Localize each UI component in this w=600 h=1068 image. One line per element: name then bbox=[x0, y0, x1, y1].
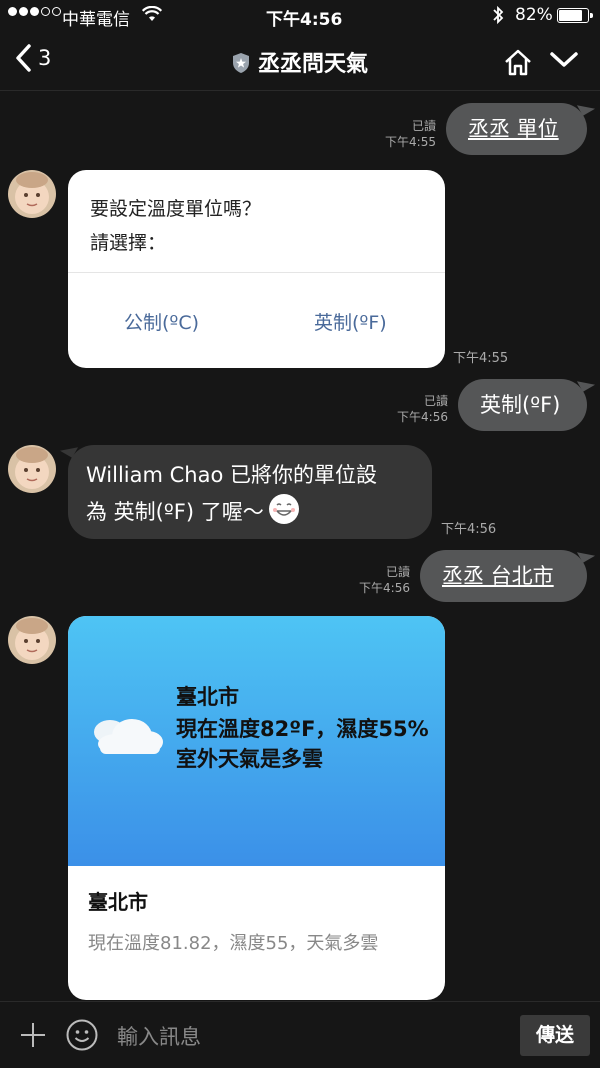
smiley-emoji-icon bbox=[268, 493, 300, 536]
outgoing-message[interactable]: 丞丞 台北市 bbox=[420, 550, 587, 602]
verified-shield-icon bbox=[232, 52, 250, 80]
weather-summary: 臺北市 現在溫度82ºF，濕度55% 室外天氣是多雲 bbox=[176, 680, 429, 774]
read-receipt: 已讀 下午4:56 bbox=[397, 394, 448, 424]
weather-card-description: 現在溫度81.82，濕度55，天氣多雲 bbox=[88, 933, 379, 954]
menu-dropdown-button[interactable] bbox=[549, 50, 579, 74]
read-receipt: 已讀 下午4:55 bbox=[385, 119, 436, 149]
carrier-name: 中華電信 bbox=[62, 10, 130, 30]
weather-card[interactable]: 臺北市 現在溫度82ºF，濕度55% 室外天氣是多雲 臺北市 現在溫度81.82… bbox=[68, 616, 445, 1000]
message-text-link[interactable]: 丞丞 台北市 bbox=[442, 564, 554, 588]
message-time: 下午4:56 bbox=[441, 522, 497, 537]
message-input[interactable]: 輸入訊息 bbox=[117, 1021, 201, 1051]
unit-selection-card: 要設定溫度單位嗎？ 請選擇： 公制(ºC) 英制(ºF) bbox=[68, 170, 445, 368]
smiley-icon bbox=[66, 1019, 98, 1051]
cloudy-icon bbox=[86, 710, 166, 762]
chevron-down-icon bbox=[550, 52, 578, 67]
signal-strength-icon bbox=[8, 7, 61, 16]
battery-percent: 82% bbox=[515, 5, 553, 25]
avatar[interactable] bbox=[8, 170, 56, 218]
emoji-button[interactable] bbox=[66, 1019, 98, 1055]
send-button[interactable]: 傳送 bbox=[520, 1015, 590, 1056]
imperial-option-button[interactable]: 英制(ºF) bbox=[314, 308, 387, 335]
weather-city: 臺北市 bbox=[176, 685, 239, 709]
plus-icon bbox=[21, 1023, 45, 1047]
weather-condition: 室外天氣是多雲 bbox=[176, 747, 323, 771]
message-text: 英制(ºF) bbox=[480, 393, 561, 417]
card-question: 要設定溫度單位嗎？ 請選擇： bbox=[90, 198, 262, 254]
clock: 下午4:56 bbox=[266, 10, 343, 30]
add-button[interactable] bbox=[20, 1022, 46, 1052]
bluetooth-icon bbox=[492, 5, 504, 30]
message-line: 為 英制(ºF) 了喔～ bbox=[86, 500, 264, 524]
divider bbox=[68, 272, 445, 273]
weather-card-title: 臺北市 bbox=[88, 890, 148, 914]
status-bar: 中華電信 下午4:56 82% bbox=[0, 0, 600, 32]
home-button[interactable] bbox=[503, 48, 533, 80]
chat-header: 3 丞丞問天氣 bbox=[0, 32, 600, 91]
outgoing-message[interactable]: 丞丞 單位 bbox=[446, 103, 587, 155]
incoming-message[interactable]: William Chao 已將你的單位設 為 英制(ºF) 了喔～ bbox=[68, 445, 432, 539]
message-input-bar: 輸入訊息 傳送 bbox=[0, 1001, 600, 1068]
weather-temp-humidity: 現在溫度82ºF，濕度55% bbox=[176, 717, 429, 741]
battery-icon bbox=[557, 8, 593, 23]
chat-title-text: 丞丞問天氣 bbox=[257, 52, 368, 77]
message-time: 下午4:55 bbox=[453, 351, 509, 366]
avatar[interactable] bbox=[8, 616, 56, 664]
wifi-icon bbox=[141, 5, 163, 27]
outgoing-message[interactable]: 英制(ºF) bbox=[458, 379, 587, 431]
avatar[interactable] bbox=[8, 445, 56, 493]
message-line: William Chao 已將你的單位設 bbox=[86, 463, 378, 487]
read-receipt: 已讀 下午4:56 bbox=[359, 565, 410, 595]
home-icon bbox=[505, 49, 531, 76]
metric-option-button[interactable]: 公制(ºC) bbox=[124, 308, 199, 335]
message-text-link[interactable]: 丞丞 單位 bbox=[468, 117, 559, 141]
weather-banner: 臺北市 現在溫度82ºF，濕度55% 室外天氣是多雲 bbox=[68, 616, 445, 866]
